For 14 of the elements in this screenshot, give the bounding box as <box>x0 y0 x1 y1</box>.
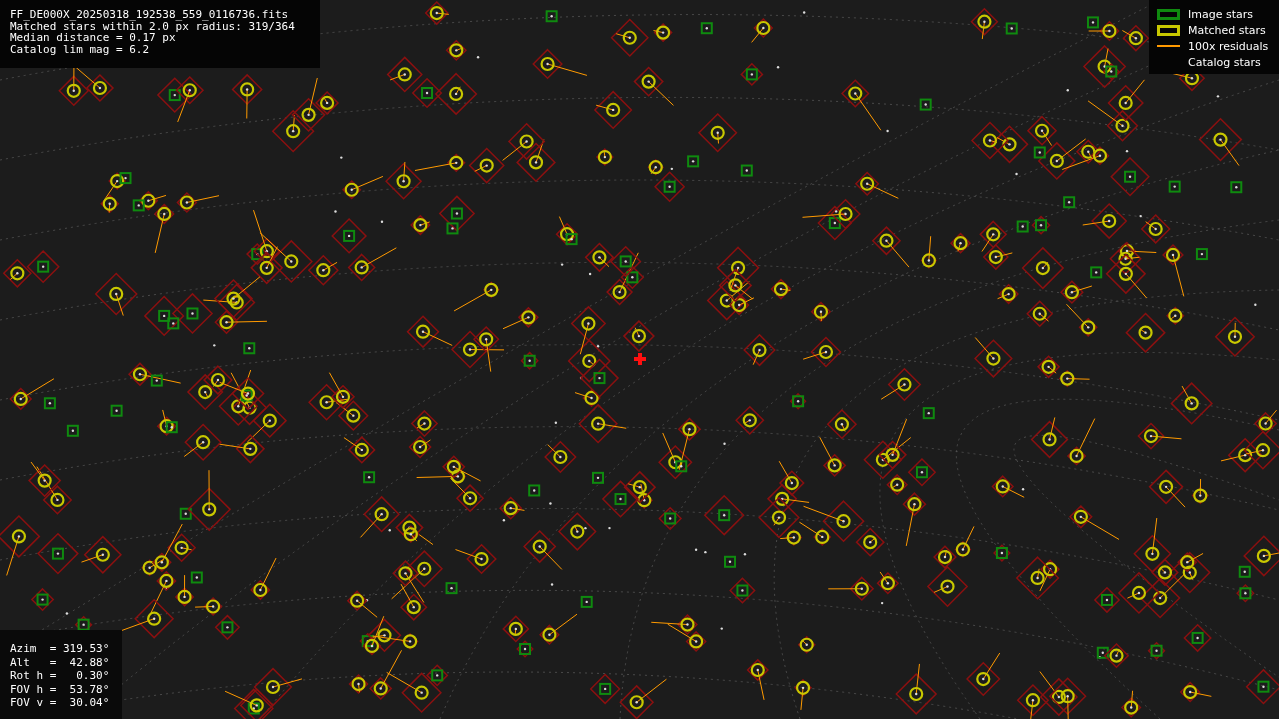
pointing-text: FOV v = 30.04° <box>10 696 111 710</box>
legend-label: Matched stars <box>1188 23 1266 37</box>
center-cross-icon <box>632 351 648 367</box>
info-text: FF_DE000X_20250318_192538_559_0116736.fits <box>10 9 290 21</box>
legend-label: Image stars <box>1188 7 1253 21</box>
legend-label: 100x residuals <box>1188 39 1269 53</box>
legend-label: Catalog stars <box>1188 55 1261 69</box>
pointing-text: Rot h = 0.30° <box>10 669 111 683</box>
pointing-text: Alt = 42.88° <box>10 655 111 669</box>
info-text: Catalog lim mag = 6.2 <box>10 43 151 55</box>
pointing-text: FOV h = 53.78° <box>10 682 111 696</box>
info-text: Matched stars within 2.0 px radius: 319/364 <box>10 20 296 32</box>
info-text: Median distance = 0.17 px <box>10 32 176 44</box>
pointing-text: Azim = 319.53° <box>10 642 111 656</box>
